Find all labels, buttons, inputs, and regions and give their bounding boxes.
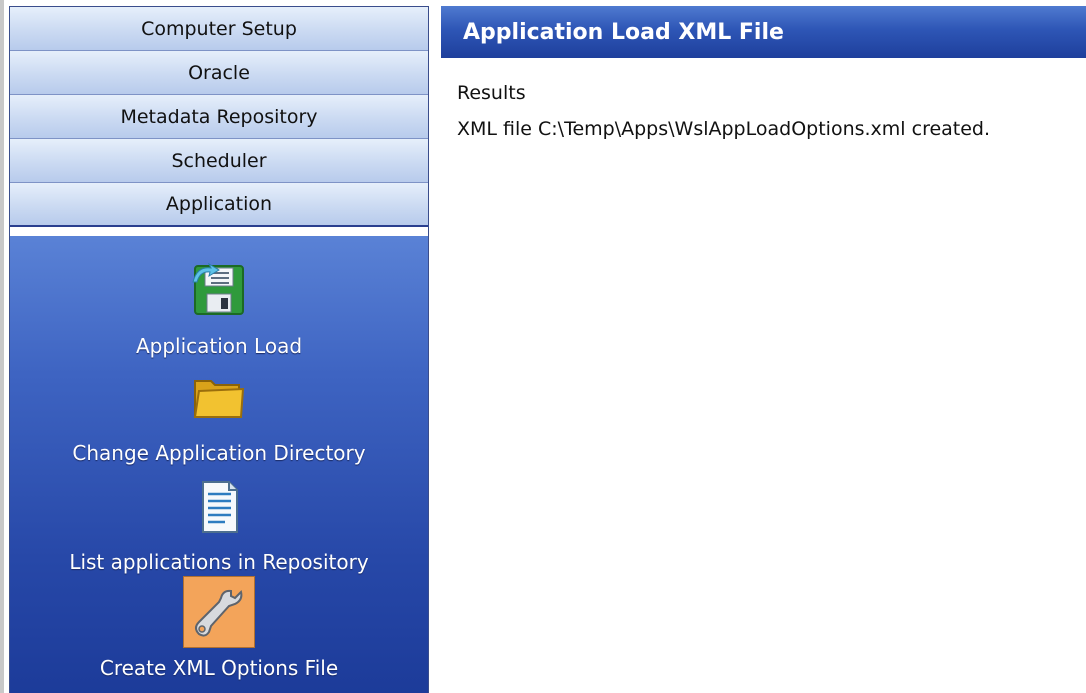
results-heading: Results bbox=[457, 82, 526, 104]
group-oracle[interactable]: Oracle bbox=[10, 51, 428, 95]
application-task-panel: Application Load Change Application Dire… bbox=[10, 236, 428, 693]
group-application[interactable]: Application bbox=[10, 183, 428, 227]
main-panel: Application Load XML File Results XML fi… bbox=[441, 6, 1086, 693]
task-label: Change Application Directory bbox=[72, 441, 366, 465]
folder-icon bbox=[183, 361, 255, 433]
task-application-load[interactable]: Application Load bbox=[10, 254, 428, 358]
group-scheduler[interactable]: Scheduler bbox=[10, 139, 428, 183]
group-metadata-repository[interactable]: Metadata Repository bbox=[10, 95, 428, 139]
results-area: Results XML file C:\Temp\Apps\WslAppLoad… bbox=[441, 82, 1086, 140]
wrench-icon bbox=[183, 576, 255, 648]
task-list-applications[interactable]: List applications in Repository bbox=[10, 470, 428, 574]
document-list-icon bbox=[183, 470, 255, 542]
sidebar: Computer Setup Oracle Metadata Repositor… bbox=[9, 6, 429, 693]
group-computer-setup[interactable]: Computer Setup bbox=[10, 7, 428, 51]
task-change-application-directory[interactable]: Change Application Directory bbox=[10, 361, 428, 465]
task-create-xml-options-file[interactable]: Create XML Options File bbox=[10, 576, 428, 680]
window-left-edge bbox=[0, 0, 4, 693]
page-title: Application Load XML File bbox=[441, 6, 1086, 58]
task-label: Create XML Options File bbox=[99, 656, 339, 680]
task-label: List applications in Repository bbox=[69, 550, 369, 574]
task-label: Application Load bbox=[135, 334, 303, 358]
results-message: XML file C:\Temp\Apps\WslAppLoadOptions.… bbox=[457, 118, 991, 140]
floppy-disk-icon bbox=[183, 254, 255, 326]
